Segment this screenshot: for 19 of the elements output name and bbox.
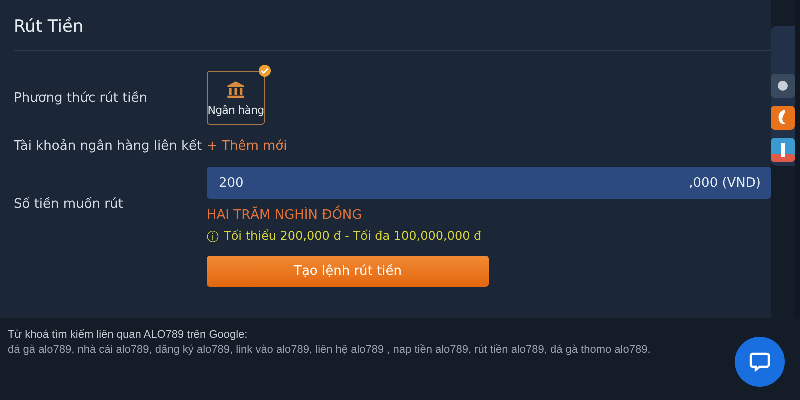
field-label: Số tiền muốn rút: [13, 197, 124, 212]
bank-icon: [225, 80, 247, 100]
app-icon[interactable]: [771, 106, 795, 130]
add-new-link[interactable]: + Thêm mới: [207, 139, 288, 154]
amount-in-words: HAI TRĂM NGHÌN ĐỒNG: [207, 208, 771, 223]
check-icon: [259, 65, 271, 77]
keywords-heading: Từ khoá tìm kiếm liên quan ALO789 trên Google:: [8, 328, 249, 343]
app-icon[interactable]: [771, 74, 795, 98]
field-label: Phương thức rút tiền: [13, 90, 149, 106]
panel-title: Rút Tiền: [13, 16, 85, 39]
chat-button[interactable]: [735, 337, 785, 387]
limit-hint: Tối thiểu 200,000 đ - Tối đa 100,000,000 đ: [224, 229, 482, 245]
bank-option[interactable]: Ngân hàng: [207, 71, 265, 125]
chat-icon: [748, 350, 772, 374]
info-icon: ⓘ: [207, 229, 219, 246]
field-label: Tài khoản ngân hàng liên kết: [13, 139, 204, 154]
keywords-text: đá gà alo789, nhà cái alo789, đăng ký alo789, link vào alo789, liên hệ alo789 , nap tiền alo789, rút tiền alo789, đá gà thomo alo789.: [8, 343, 652, 358]
app-icon[interactable]: [771, 138, 795, 162]
amount-field[interactable]: 200 ,000 (VND): [207, 167, 771, 199]
